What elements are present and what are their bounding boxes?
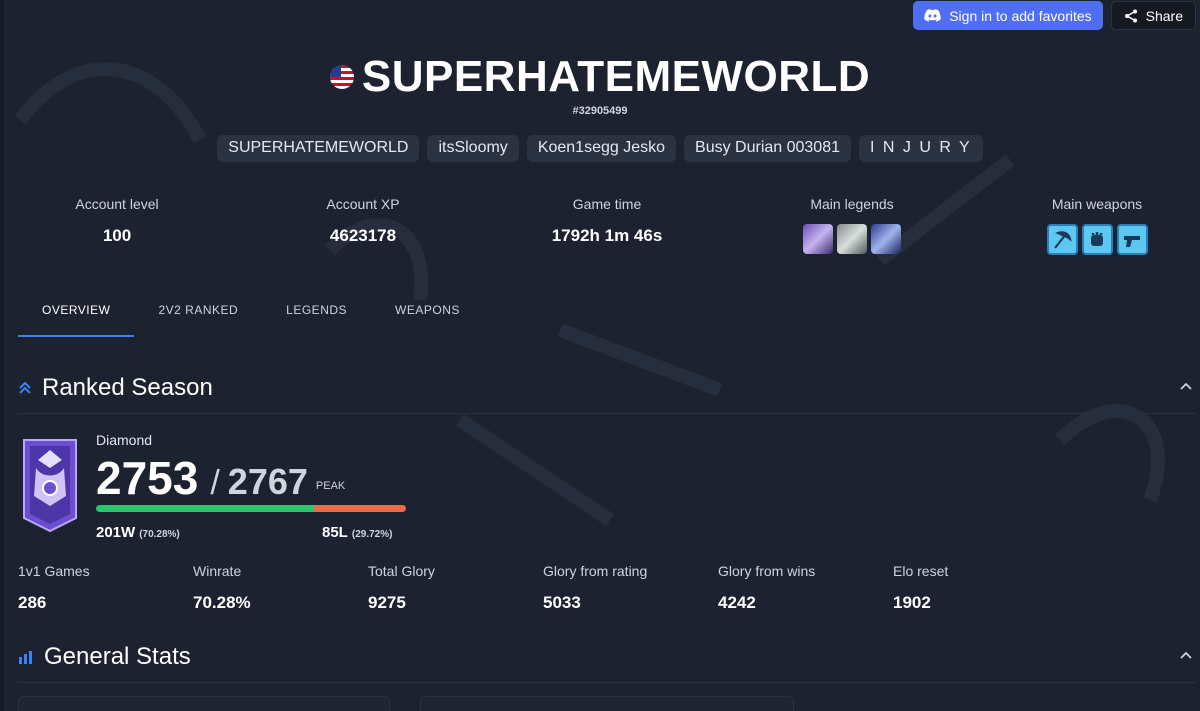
tab-weapons[interactable]: WEAPONS — [371, 298, 484, 337]
rating-row: 2753 / 2767 PEAK — [96, 451, 345, 505]
main-legends-stat: Main legends — [792, 196, 912, 254]
account-xp-value: 4623178 — [329, 226, 397, 245]
main-legends-icons — [792, 224, 912, 254]
losses-count: 85L — [322, 524, 348, 541]
game-time-label: Game time — [572, 196, 642, 212]
legend-icon[interactable] — [837, 224, 867, 254]
ranked-stat: Glory from rating 5033 — [543, 563, 647, 613]
ranked-section-title: Ranked Season — [42, 374, 213, 401]
loss-bar-segment — [313, 505, 406, 512]
share-button[interactable]: Share — [1110, 1, 1196, 30]
main-weapons-label: Main weapons — [1051, 196, 1143, 212]
peak-label: PEAK — [315, 480, 346, 492]
main-weapons-stat: Main weapons — [1038, 196, 1156, 255]
rank-tier: Diamond — [96, 432, 153, 448]
general-stats-section-header[interactable]: General Stats — [18, 643, 1196, 683]
share-icon — [1124, 9, 1137, 22]
ranked-stat-label: Winrate — [193, 563, 242, 579]
ranked-stat: 1v1 Games 286 — [18, 563, 90, 613]
alias-chip: SUPERHATEMEWORLD — [217, 135, 420, 162]
gauntlets-icon[interactable] — [1081, 224, 1113, 255]
ranked-stat: Winrate 70.28% — [193, 563, 251, 613]
ranked-stat-value: 286 — [18, 593, 47, 612]
alias-chip: I N J U R Y — [859, 135, 983, 162]
account-xp-label: Account XP — [326, 196, 400, 212]
legend-icon[interactable] — [803, 224, 833, 254]
tab-legends[interactable]: LEGENDS — [262, 298, 371, 337]
game-time-value: 1792h 1m 46s — [551, 226, 663, 245]
rating-separator: / — [210, 464, 220, 502]
ranked-stat-value: 70.28% — [193, 593, 251, 612]
ranked-stat-label: Elo reset — [893, 563, 949, 579]
scythe-icon[interactable] — [1046, 224, 1078, 255]
discord-sign-in-label: Sign in to add favorites — [949, 7, 1092, 24]
alias-chip: Koen1segg Jesko — [526, 135, 677, 162]
ranked-stat-label: Glory from wins — [718, 563, 816, 579]
tab-overview[interactable]: OVERVIEW — [18, 298, 135, 337]
stats-card — [18, 696, 390, 711]
tab-2v2-ranked[interactable]: 2V2 RANKED — [134, 298, 262, 337]
win-loss-bar — [96, 505, 406, 512]
stats-card — [420, 696, 794, 711]
discord-icon — [924, 9, 941, 22]
profile-tabs: OVERVIEW 2V2 RANKED LEGENDS WEAPONS — [18, 298, 484, 337]
ranked-stat-value: 9275 — [368, 593, 406, 612]
ranked-stat-label: 1v1 Games — [18, 563, 90, 579]
player-title-row: SUPERHATEMEWORLD — [0, 52, 1200, 102]
alias-list: SUPERHATEMEWORLD itsSloomy Koen1segg Jes… — [0, 135, 1200, 162]
legend-icon[interactable] — [871, 224, 901, 254]
account-level-stat: Account level 100 — [62, 196, 172, 246]
alias-chip: Busy Durian 003081 — [684, 135, 851, 162]
alias-chip: itsSloomy — [427, 135, 519, 162]
ranked-stat-label: Total Glory — [368, 563, 435, 579]
ranked-stat: Total Glory 9275 — [368, 563, 435, 613]
wins-count: 201W — [96, 524, 136, 541]
diamond-rank-emblem-icon — [23, 439, 77, 533]
bar-chart-icon — [19, 651, 32, 664]
wins-percent: (70.28%) — [139, 529, 180, 540]
account-level-label: Account level — [75, 196, 159, 212]
peak-rating: 2767 — [227, 461, 308, 502]
general-stats-title: General Stats — [44, 643, 191, 670]
main-legends-label: Main legends — [810, 196, 894, 212]
share-label: Share — [1145, 7, 1183, 24]
double-chevron-up-icon — [19, 381, 31, 394]
us-flag-icon — [329, 65, 354, 89]
account-level-value: 100 — [102, 226, 132, 245]
win-bar-segment — [96, 505, 314, 512]
collapse-chevron-icon[interactable] — [1180, 382, 1192, 390]
ranked-stat-value: 5033 — [543, 593, 581, 612]
blaster-icon[interactable] — [1116, 224, 1148, 255]
player-id: #32905499 — [572, 105, 628, 117]
account-xp-stat: Account XP 4623178 — [308, 196, 418, 246]
main-weapons-icons — [1038, 224, 1156, 255]
losses-percent: (29.72%) — [351, 529, 393, 540]
ranked-stat: Glory from wins 4242 — [718, 563, 815, 613]
player-name: SUPERHATEMEWORLD — [361, 52, 871, 101]
collapse-chevron-icon[interactable] — [1180, 651, 1192, 659]
ranked-section-header[interactable]: Ranked Season — [18, 374, 1196, 414]
ranked-stat: Elo reset 1902 — [893, 563, 948, 613]
losses: 85L (29.72%) — [322, 524, 392, 541]
current-rating: 2753 — [96, 452, 199, 504]
game-time-stat: Game time 1792h 1m 46s — [537, 196, 677, 246]
discord-sign-in-button[interactable]: Sign in to add favorites — [913, 1, 1103, 30]
top-actions: Sign in to add favorites Share — [913, 1, 1196, 30]
ranked-stat-value: 4242 — [718, 593, 756, 612]
ranked-stat-value: 1902 — [893, 593, 931, 612]
ranked-stat-label: Glory from rating — [543, 563, 648, 579]
wins: 201W (70.28%) — [96, 524, 180, 541]
